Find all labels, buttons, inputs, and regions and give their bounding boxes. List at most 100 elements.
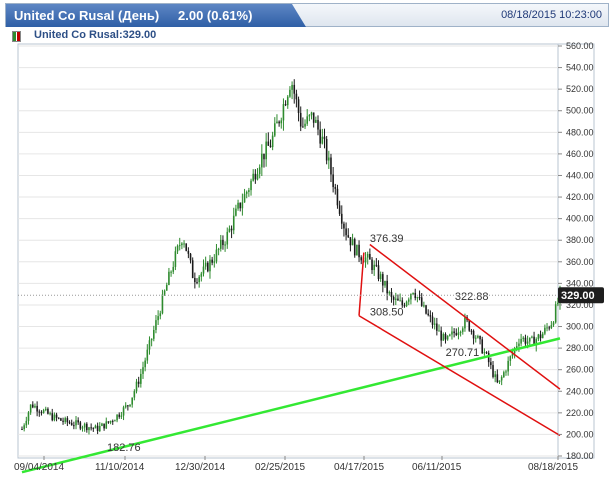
candle-body	[382, 274, 384, 286]
candle-body	[163, 290, 166, 295]
candle-body	[526, 341, 529, 344]
candle-body	[494, 374, 496, 377]
candle-body	[509, 356, 512, 361]
candle-body	[191, 260, 194, 278]
candle-body	[304, 123, 306, 127]
candle-body	[427, 313, 430, 316]
candle-body	[444, 334, 447, 340]
candle-body	[239, 202, 242, 209]
candle-body	[390, 291, 393, 298]
candle-body	[124, 405, 127, 408]
candle-body	[299, 112, 302, 127]
candle-body	[550, 325, 553, 329]
candle-body	[86, 423, 88, 431]
candle-body	[297, 99, 300, 113]
candle-body	[429, 315, 432, 317]
candle-body	[215, 249, 218, 262]
candle-body	[198, 276, 200, 283]
candle-body	[557, 302, 559, 305]
price-chart[interactable]: 182.76 376.39 308.50 322.88 270.71 180.00 200…	[0, 0, 613, 488]
candle-body	[222, 239, 224, 246]
candle-body	[230, 228, 233, 231]
candle-body	[165, 284, 168, 291]
candle-body	[302, 126, 304, 128]
candle-body	[481, 339, 484, 354]
candle-body	[217, 248, 220, 250]
candle-body	[211, 259, 213, 263]
candle-body	[263, 153, 265, 160]
candle-body	[68, 422, 71, 424]
candle-body	[403, 305, 406, 307]
candle-body	[412, 292, 414, 295]
candle-body	[271, 135, 274, 148]
candle-body	[440, 330, 442, 341]
candle-body	[254, 173, 257, 180]
candle-body	[518, 343, 520, 347]
candle-body	[161, 294, 164, 314]
candle-body	[79, 422, 82, 429]
candle-body	[278, 121, 280, 124]
candle-body	[181, 243, 183, 246]
candle-body	[425, 305, 427, 314]
candle-body	[183, 243, 185, 245]
candle-body	[248, 190, 250, 192]
candle-body	[155, 320, 157, 330]
candle-body	[243, 193, 246, 203]
y-tick-label: 180.00	[566, 451, 594, 461]
candle-body	[334, 187, 337, 189]
candle-body	[142, 367, 144, 374]
candle-body	[101, 423, 103, 426]
candle-body	[487, 352, 490, 363]
candle-body	[524, 337, 527, 344]
candle-body	[27, 412, 30, 421]
candle-body	[282, 104, 285, 121]
candle-body	[47, 408, 49, 414]
candle-body	[60, 418, 62, 421]
candle-body	[515, 346, 518, 348]
candle-body	[416, 297, 419, 299]
candle-body	[360, 257, 363, 261]
chart-window: United Co Rusal (День) 2.00 (0.61%) 08/1…	[0, 0, 613, 488]
candle-body	[552, 322, 555, 326]
y-tick-label: 480.00	[566, 127, 594, 137]
candle-body	[470, 330, 473, 332]
candle-body	[178, 245, 181, 247]
candle-body	[21, 429, 23, 431]
candle-body	[140, 373, 142, 384]
y-tick-label: 220.00	[566, 408, 594, 418]
candle-body	[336, 188, 339, 206]
candle-body	[332, 174, 334, 188]
candle-body	[49, 413, 51, 415]
candle-body	[366, 253, 369, 258]
candle-body	[364, 257, 367, 263]
candle-body	[388, 291, 391, 294]
candle-body	[449, 334, 451, 336]
candle-body	[81, 427, 84, 429]
candle-body	[207, 262, 209, 272]
candle-body	[172, 266, 175, 272]
candle-body	[377, 265, 380, 280]
candle-body	[496, 374, 499, 383]
candle-body	[554, 304, 557, 323]
candle-body	[321, 136, 324, 144]
candle-body	[219, 239, 222, 249]
candle-body	[250, 180, 252, 191]
candle-body	[122, 407, 125, 416]
candle-body	[349, 237, 352, 246]
candle-body	[111, 420, 114, 422]
candle-body	[235, 208, 237, 216]
candle-body	[289, 89, 291, 97]
candle-body	[38, 411, 41, 413]
candle-body	[528, 337, 531, 342]
x-tick-label: 08/18/2015	[528, 462, 578, 473]
candle-body	[200, 273, 203, 277]
candle-body	[232, 215, 235, 231]
candle-body	[328, 157, 330, 161]
candle-body	[358, 244, 360, 258]
x-tick-label: 09/04/2014	[14, 462, 64, 473]
candle-body	[228, 228, 231, 232]
candle-body	[483, 352, 486, 354]
candle-body	[315, 119, 317, 123]
candle-body	[490, 362, 492, 366]
candle-body	[548, 327, 550, 329]
